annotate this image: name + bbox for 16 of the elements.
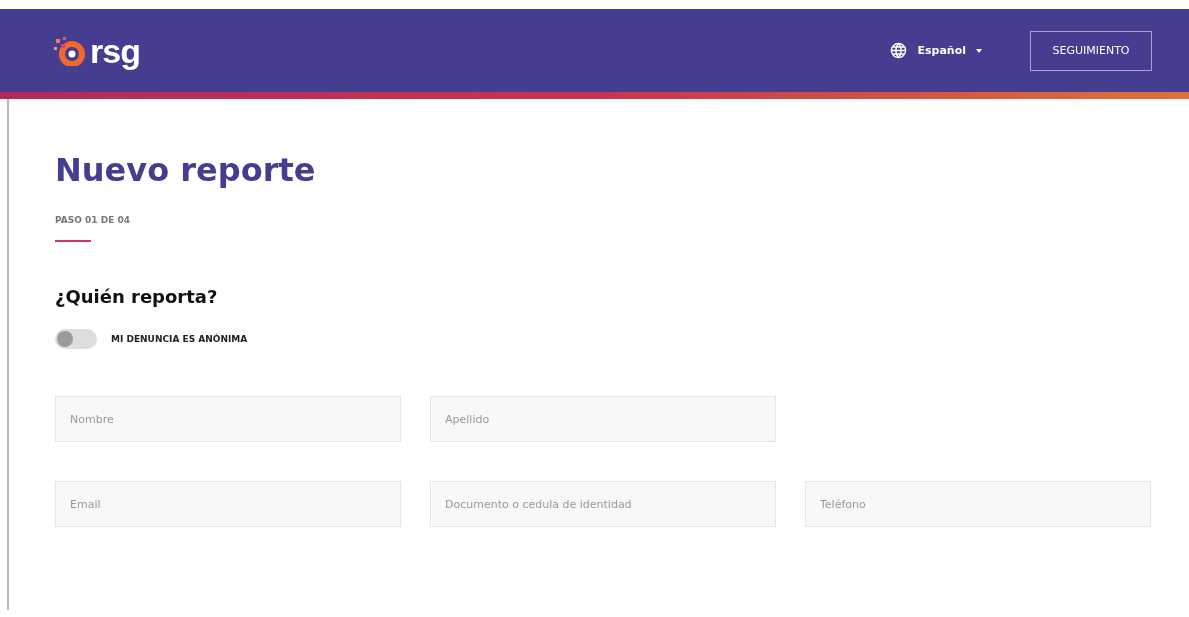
tracking-button[interactable]: SEGUIMIENTO xyxy=(1030,30,1152,71)
step-indicator: PASO 01 DE 04 xyxy=(55,215,131,225)
globe-icon xyxy=(890,42,908,59)
input-field[interactable]: Documento o cedula de identidad xyxy=(430,481,776,527)
section-heading: ¿Quién reporta? xyxy=(55,286,219,307)
input-field[interactable]: Email xyxy=(55,481,401,527)
language-selector[interactable]: Español xyxy=(890,42,982,59)
logo-text: rsg xyxy=(90,33,140,68)
logo-icon xyxy=(52,35,86,66)
input-field[interactable]: Nombre xyxy=(55,396,401,442)
input-field[interactable]: Apellido xyxy=(430,396,776,442)
page-title: Nuevo reporte xyxy=(55,151,317,189)
input-field[interactable]: Teléfono xyxy=(805,481,1151,527)
toggle-label: MI DENUNCIA ES ANÓNIMA xyxy=(111,334,248,344)
caret-icon xyxy=(976,48,982,53)
anonymous-toggle[interactable] xyxy=(55,329,97,349)
